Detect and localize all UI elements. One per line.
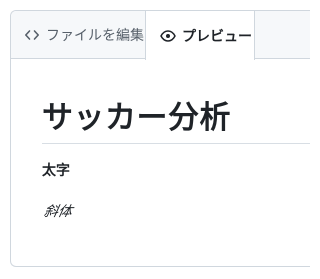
heading-divider: [42, 143, 310, 144]
eye-icon: [160, 28, 176, 44]
preview-pane: サッカー分析 太字 斜体: [11, 59, 310, 266]
tab-preview[interactable]: プレビュー: [145, 11, 255, 60]
tab-preview-label: プレビュー: [182, 28, 252, 45]
markdown-editor: ファイルを編集 プレビュー サッカー分析 太字 斜体: [10, 10, 310, 267]
preview-heading: サッカー分析: [42, 100, 231, 136]
tab-edit-file-label: ファイルを編集: [46, 28, 144, 44]
preview-bold-text: 太字: [42, 163, 70, 179]
preview-italic-text: 斜体: [42, 204, 74, 220]
tab-bar: ファイルを編集 プレビュー: [11, 11, 310, 60]
code-icon: [24, 27, 40, 43]
tab-edit-file[interactable]: ファイルを編集: [11, 11, 145, 59]
